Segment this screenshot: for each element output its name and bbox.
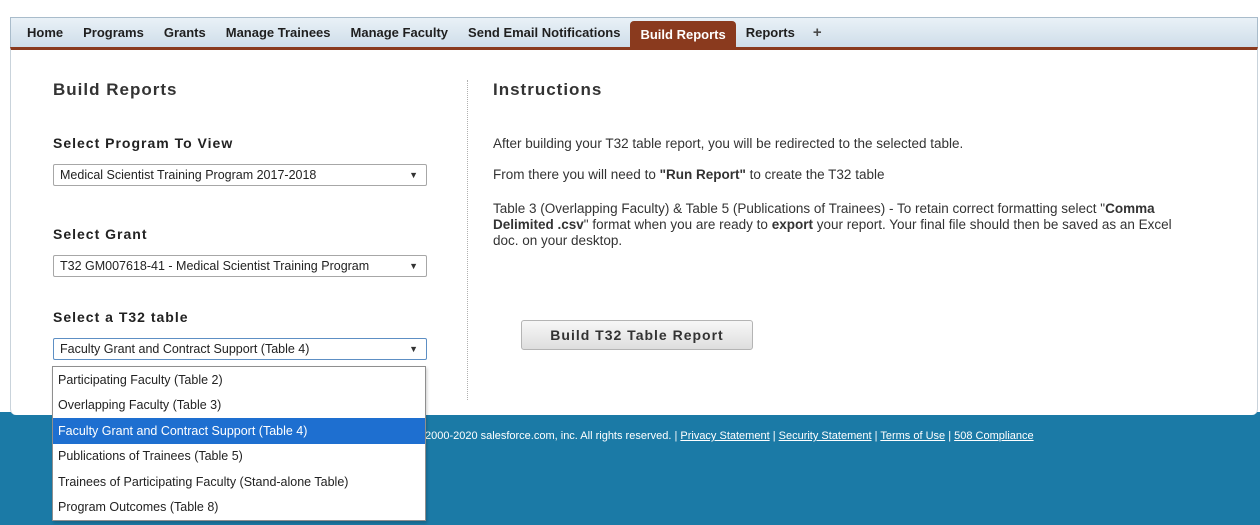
copyright-text: 2000-2020 salesforce.com, inc. All right… — [425, 430, 678, 442]
t32-table-select-value: Faculty Grant and Contract Support (Tabl… — [60, 342, 310, 356]
dropdown-option[interactable]: Overlapping Faculty (Table 3) — [53, 393, 425, 419]
instructions-column: Instructions After building your T32 tab… — [493, 80, 1193, 350]
tab-reports[interactable]: Reports — [736, 18, 805, 47]
t32-table-dropdown-list: Participating Faculty (Table 2) Overlapp… — [52, 366, 426, 521]
program-label: Select Program To View — [53, 135, 234, 151]
program-field: Select Program To View Medical Scientist… — [53, 135, 427, 186]
top-strip — [0, 0, 1260, 17]
terms-of-use-link[interactable]: Terms of Use — [880, 430, 945, 442]
instruction-paragraph-2: From there you will need to "Run Report"… — [493, 167, 884, 183]
grant-field: Select Grant T32 GM007618-41 - Medical S… — [53, 226, 427, 277]
instruction-3-c: " format when you are ready to — [583, 217, 772, 232]
tab-manage-faculty[interactable]: Manage Faculty — [341, 18, 459, 47]
t32-table-field: Select a T32 table Faculty Grant and Con… — [53, 309, 427, 360]
tab-build-reports[interactable]: Build Reports — [630, 21, 736, 47]
footer-separator: | — [772, 430, 776, 442]
dropdown-option[interactable]: Publications of Trainees (Table 5) — [53, 444, 425, 470]
instruction-2-post: to create the T32 table — [745, 167, 885, 182]
tab-bar: Home Programs Grants Manage Trainees Man… — [10, 17, 1258, 47]
chevron-down-icon: ▼ — [409, 344, 418, 354]
grant-label: Select Grant — [53, 226, 148, 242]
security-statement-link[interactable]: Security Statement — [779, 430, 872, 442]
footer-text: 2000-2020 salesforce.com, inc. All right… — [425, 430, 1034, 442]
grant-select[interactable]: T32 GM007618-41 - Medical Scientist Trai… — [53, 255, 427, 277]
tab-send-email-notifications[interactable]: Send Email Notifications — [458, 18, 630, 47]
dropdown-option[interactable]: Program Outcomes (Table 8) — [53, 495, 425, 521]
508-compliance-link[interactable]: 508 Compliance — [954, 430, 1034, 442]
chevron-down-icon: ▼ — [409, 261, 418, 271]
footer-separator: | — [874, 430, 878, 442]
program-select[interactable]: Medical Scientist Training Program 2017-… — [53, 164, 427, 186]
build-reports-title: Build Reports — [53, 80, 178, 99]
build-t32-table-report-button[interactable]: Build T32 Table Report — [521, 320, 753, 350]
tab-home[interactable]: Home — [17, 18, 73, 47]
t32-table-label: Select a T32 table — [53, 309, 189, 325]
dropdown-option[interactable]: Trainees of Participating Faculty (Stand… — [53, 469, 425, 495]
build-reports-column: Build Reports Select Program To View Med… — [53, 80, 443, 360]
instruction-3-a: Table 3 (Overlapping Faculty) & Table 5 … — [493, 201, 1106, 216]
instruction-paragraph-3: Table 3 (Overlapping Faculty) & Table 5 … — [493, 201, 1183, 249]
instruction-2-pre: From there you will need to — [493, 167, 660, 182]
grant-select-value: T32 GM007618-41 - Medical Scientist Trai… — [60, 259, 370, 273]
instruction-paragraph-1: After building your T32 table report, yo… — [493, 136, 964, 151]
column-divider — [467, 80, 468, 400]
program-select-value: Medical Scientist Training Program 2017-… — [60, 168, 317, 182]
export-emphasis: export — [771, 217, 813, 232]
dropdown-option-selected[interactable]: Faculty Grant and Contract Support (Tabl… — [53, 418, 425, 444]
tab-programs[interactable]: Programs — [73, 18, 154, 47]
privacy-statement-link[interactable]: Privacy Statement — [680, 430, 769, 442]
tab-manage-trainees[interactable]: Manage Trainees — [216, 18, 341, 47]
footer-separator: | — [948, 430, 952, 442]
t32-table-select[interactable]: Faculty Grant and Contract Support (Tabl… — [53, 338, 427, 360]
run-report-emphasis: "Run Report" — [659, 167, 746, 182]
tab-grants[interactable]: Grants — [154, 18, 216, 47]
instructions-title: Instructions — [493, 80, 603, 99]
chevron-down-icon: ▼ — [409, 170, 418, 180]
dropdown-option[interactable]: Participating Faculty (Table 2) — [53, 367, 425, 393]
add-tab-plus-icon[interactable]: + — [805, 18, 830, 47]
main-panel: Build Reports Select Program To View Med… — [10, 47, 1258, 415]
